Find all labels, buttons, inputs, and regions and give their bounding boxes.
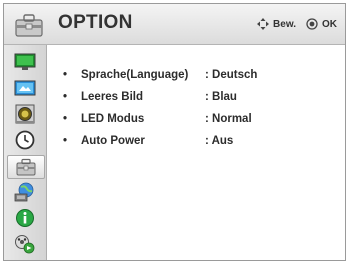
ok-button-icon (306, 18, 318, 30)
sidebar-item-media[interactable] (11, 234, 39, 254)
network-icon (14, 182, 34, 202)
screen-icon (14, 80, 36, 96)
setting-row-led-mode[interactable]: • LED Modus : Normal (63, 111, 252, 127)
toolbox-icon (15, 14, 43, 37)
option-icon (16, 158, 36, 176)
setting-row-blank-screen[interactable]: • Leeres Bild : Blau (63, 89, 237, 105)
sidebar-item-support[interactable] (11, 208, 39, 228)
sidebar-item-network[interactable] (11, 182, 39, 202)
setting-label: Auto Power (81, 135, 145, 147)
sidebar-item-screen[interactable] (11, 78, 39, 98)
info-icon (16, 209, 34, 227)
setting-value: : Blau (205, 91, 237, 103)
setting-label: Sprache(Language) (81, 69, 189, 81)
setting-row-language[interactable]: • Sprache(Language) : Deutsch (63, 67, 257, 83)
settings-panel: • Sprache(Language) : Deutsch • Leeres B… (47, 45, 345, 260)
bullet: • (63, 91, 68, 103)
navigation-arrows-icon (257, 18, 270, 30)
bullet: • (63, 69, 68, 81)
setting-label: LED Modus (81, 113, 145, 125)
audio-icon (15, 104, 35, 124)
sidebar-item-time[interactable] (11, 130, 39, 150)
bullet: • (63, 113, 68, 125)
hint-ok-label: OK (322, 18, 337, 30)
key-hints: Bew. OK (257, 18, 337, 30)
page-title: OPTION (58, 12, 133, 33)
setting-row-auto-power[interactable]: • Auto Power : Aus (63, 133, 233, 149)
menu-header: OPTION Bew. OK (4, 4, 345, 45)
bullet: • (63, 135, 68, 147)
sidebar-item-picture[interactable] (11, 52, 39, 72)
setting-label: Leeres Bild (81, 91, 143, 103)
setting-value: : Aus (205, 135, 234, 147)
category-sidebar (4, 45, 47, 260)
setting-value: : Deutsch (205, 69, 258, 81)
setting-value: : Normal (205, 113, 252, 125)
clock-icon (15, 130, 35, 150)
picture-icon (14, 53, 36, 70)
sidebar-item-option[interactable] (7, 155, 45, 179)
hint-move-label: Bew. (273, 18, 296, 30)
osd-menu-window: OPTION Bew. OK • Sprache(Language): Deu… (3, 3, 346, 261)
sidebar-item-audio[interactable] (11, 104, 39, 124)
media-icon (15, 235, 35, 254)
